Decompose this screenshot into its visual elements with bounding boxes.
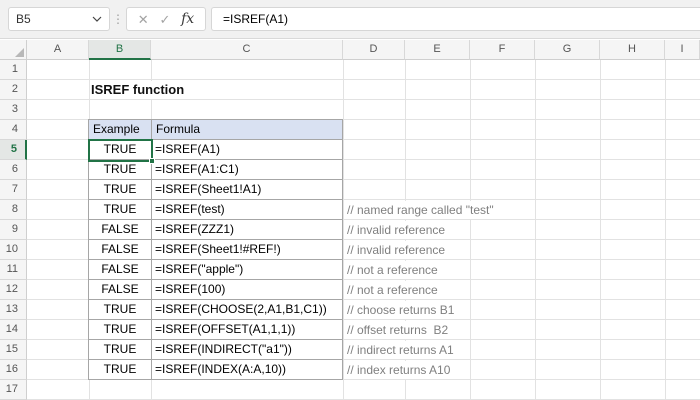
row-header-7[interactable]: 7 bbox=[0, 180, 27, 200]
name-box[interactable]: B5 bbox=[8, 7, 110, 31]
column-header-E[interactable]: E bbox=[405, 40, 470, 60]
example-cell[interactable]: TRUE bbox=[88, 319, 152, 340]
example-cell[interactable]: TRUE bbox=[88, 179, 152, 200]
comment-text[interactable]: // indirect returns A1 bbox=[345, 341, 457, 359]
table-header-formula[interactable]: Formula bbox=[151, 119, 343, 140]
row-header-16[interactable]: 16 bbox=[0, 360, 27, 380]
row-header-10[interactable]: 10 bbox=[0, 240, 27, 260]
example-cell[interactable]: TRUE bbox=[88, 139, 152, 160]
select-all-button[interactable] bbox=[0, 40, 27, 60]
row-header-4[interactable]: 4 bbox=[0, 120, 27, 140]
example-table: Example Formula TRUE =ISREF(A1) TRUE =ISREF… bbox=[88, 119, 343, 380]
formula-cell[interactable]: =ISREF(test) bbox=[151, 199, 343, 220]
column-header-G[interactable]: G bbox=[535, 40, 600, 60]
gridline-v bbox=[470, 60, 471, 400]
formula-cell[interactable]: =ISREF(A1) bbox=[151, 139, 343, 160]
formula-cell[interactable]: =ISREF(OFFSET(A1,1,1)) bbox=[151, 319, 343, 340]
spreadsheet-grid: ABCDEFGHI 1 2 3 4 5 6 7 8 9 10 11 12 13 14 15 16 17 ISRE… bbox=[0, 40, 700, 400]
row-header-2[interactable]: 2 bbox=[0, 80, 27, 100]
example-cell[interactable]: FALSE bbox=[88, 219, 152, 240]
comment-text[interactable]: // offset returns B2 bbox=[345, 321, 452, 339]
column-header-I[interactable]: I bbox=[665, 40, 700, 60]
row-header-14[interactable]: 14 bbox=[0, 320, 27, 340]
table-row: FALSE =ISREF("apple") bbox=[88, 259, 343, 280]
table-row: FALSE =ISREF(100) bbox=[88, 279, 343, 300]
table-row: TRUE =ISREF(Sheet1!A1) bbox=[88, 179, 343, 200]
table-row: TRUE =ISREF(OFFSET(A1,1,1)) bbox=[88, 319, 343, 340]
comment-text[interactable]: // not a reference bbox=[345, 281, 441, 299]
gridline-v bbox=[600, 60, 601, 400]
table-row: TRUE =ISREF(INDIRECT("a1")) bbox=[88, 339, 343, 360]
chevron-down-icon[interactable] bbox=[92, 16, 102, 22]
comment-text[interactable]: // not a reference bbox=[345, 261, 441, 279]
formula-cell[interactable]: =ISREF(Sheet1!#REF!) bbox=[151, 239, 343, 260]
column-header-D[interactable]: D bbox=[343, 40, 405, 60]
column-header-H[interactable]: H bbox=[600, 40, 665, 60]
cancel-icon[interactable]: ✕ bbox=[138, 13, 149, 26]
table-row: TRUE =ISREF(test) bbox=[88, 199, 343, 220]
enter-icon[interactable]: ✓ bbox=[159, 13, 170, 26]
table-row: TRUE =ISREF(CHOOSE(2,A1,B1,C1)) bbox=[88, 299, 343, 320]
row-header-13[interactable]: 13 bbox=[0, 300, 27, 320]
column-header-C[interactable]: C bbox=[151, 40, 343, 60]
example-cell[interactable]: TRUE bbox=[88, 299, 152, 320]
gridline-v bbox=[535, 60, 536, 400]
example-cell[interactable]: FALSE bbox=[88, 279, 152, 300]
formula-cell[interactable]: =ISREF(INDIRECT("a1")) bbox=[151, 339, 343, 360]
row-header-15[interactable]: 15 bbox=[0, 340, 27, 360]
formula-cell[interactable]: =ISREF(CHOOSE(2,A1,B1,C1)) bbox=[151, 299, 343, 320]
insert-function-icon[interactable]: fx bbox=[181, 12, 194, 26]
row-header-9[interactable]: 9 bbox=[0, 220, 27, 240]
example-cell[interactable]: TRUE bbox=[88, 199, 152, 220]
row-header-11[interactable]: 11 bbox=[0, 260, 27, 280]
table-row: TRUE =ISREF(A1) bbox=[88, 139, 343, 160]
table-row: TRUE =ISREF(INDEX(A:A,10)) bbox=[88, 359, 343, 380]
row-header-5[interactable]: 5 bbox=[0, 140, 27, 160]
example-cell[interactable]: FALSE bbox=[88, 259, 152, 280]
formula-cell[interactable]: =ISREF(INDEX(A:A,10)) bbox=[151, 359, 343, 380]
comment-text[interactable]: // named range called "test" bbox=[345, 201, 497, 219]
row-header-1[interactable]: 1 bbox=[0, 60, 27, 80]
table-row: FALSE =ISREF(Sheet1!#REF!) bbox=[88, 239, 343, 260]
row-header-6[interactable]: 6 bbox=[0, 160, 27, 180]
example-cell[interactable]: TRUE bbox=[88, 159, 152, 180]
table-row: FALSE =ISREF(ZZZ1) bbox=[88, 219, 343, 240]
comment-text[interactable]: // invalid reference bbox=[345, 221, 449, 239]
corner-triangle-icon bbox=[15, 48, 24, 57]
column-header-B[interactable]: B bbox=[89, 40, 151, 60]
formula-cell[interactable]: =ISREF(100) bbox=[151, 279, 343, 300]
comment-text[interactable]: // invalid reference bbox=[345, 241, 449, 259]
comment-text[interactable]: // choose returns B1 bbox=[345, 301, 458, 319]
row-header-12[interactable]: 12 bbox=[0, 280, 27, 300]
example-cell[interactable]: TRUE bbox=[88, 339, 152, 360]
gridline-v bbox=[343, 60, 344, 400]
fill-handle[interactable] bbox=[149, 158, 155, 164]
gridline-v bbox=[665, 60, 666, 400]
formula-cell[interactable]: =ISREF(A1:C1) bbox=[151, 159, 343, 180]
row-header-8[interactable]: 8 bbox=[0, 200, 27, 220]
separator-dots-icon: ⋮ bbox=[112, 12, 124, 26]
table-header-row: Example Formula bbox=[88, 119, 343, 140]
row-header-17[interactable]: 17 bbox=[0, 380, 27, 400]
example-cell[interactable]: FALSE bbox=[88, 239, 152, 260]
column-header-A[interactable]: A bbox=[27, 40, 89, 60]
sheet-title[interactable]: ISREF function bbox=[91, 81, 189, 99]
comment-text[interactable]: // index returns A10 bbox=[345, 361, 454, 379]
row-header-3[interactable]: 3 bbox=[0, 100, 27, 120]
excel-window: B5 ⋮ ✕ ✓ fx =ISREF(A1) ABCDEFGHI 1234567… bbox=[0, 0, 700, 400]
column-header-F[interactable]: F bbox=[470, 40, 535, 60]
cell-reference: B5 bbox=[16, 12, 31, 26]
example-cell[interactable]: TRUE bbox=[88, 359, 152, 380]
formula-input[interactable]: =ISREF(A1) bbox=[211, 7, 700, 31]
formula-cell[interactable]: =ISREF(ZZZ1) bbox=[151, 219, 343, 240]
formula-controls: ✕ ✓ fx bbox=[126, 7, 206, 31]
table-row: TRUE =ISREF(A1:C1) bbox=[88, 159, 343, 180]
formula-bar: B5 ⋮ ✕ ✓ fx =ISREF(A1) bbox=[0, 0, 700, 39]
formula-cell[interactable]: =ISREF("apple") bbox=[151, 259, 343, 280]
table-header-example[interactable]: Example bbox=[88, 119, 152, 140]
formula-cell[interactable]: =ISREF(Sheet1!A1) bbox=[151, 179, 343, 200]
